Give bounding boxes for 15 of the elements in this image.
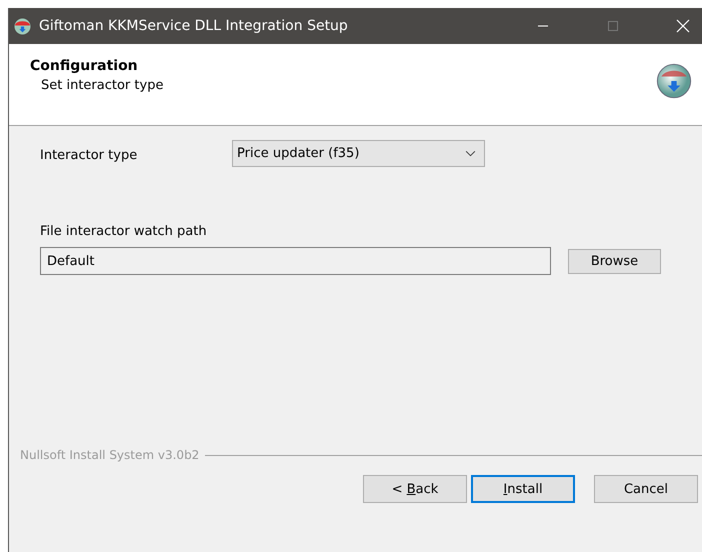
watch-path-label: File interactor watch path xyxy=(40,224,208,239)
page-title: Configuration xyxy=(30,58,139,74)
installer-icon xyxy=(14,18,31,34)
caret-icon xyxy=(465,150,476,157)
dialog-button[interactable]: Install xyxy=(471,475,575,503)
dialog-button[interactable]: < Back xyxy=(363,475,467,503)
browse-button[interactable]: Browse xyxy=(568,248,661,274)
watch-path-field[interactable]: Default xyxy=(40,247,551,275)
installer-icon xyxy=(656,63,692,99)
interactor-type-label: Interactor type xyxy=(40,148,138,163)
page-subtitle: Set interactor type xyxy=(41,78,164,93)
dialog-button[interactable]: Cancel xyxy=(594,475,698,503)
branding-text: Nullsoft Install System v3.0b2 xyxy=(20,448,200,462)
window-title: Giftoman KKMService DLL Integration Setup xyxy=(39,18,349,34)
interactor-type-dropdown[interactable]: Price updater (f35) xyxy=(232,140,485,167)
